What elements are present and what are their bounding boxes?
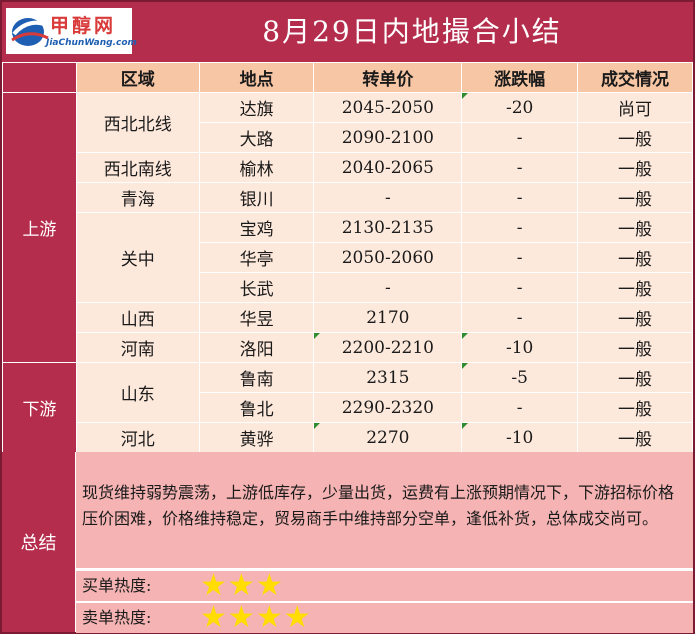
logo-text-cn: 甲醇网 (50, 15, 117, 37)
deal-cell: 一般 (577, 182, 693, 213)
table-row: 河北 黄骅 2270 -10 一般 (3, 422, 693, 453)
deal-cell: 一般 (577, 122, 693, 153)
zone-cell: 青海 (75, 182, 200, 213)
page-title: 8月29日内地撮合小结 (262, 15, 562, 48)
zone-cell: 河南 (75, 332, 200, 363)
deal-cell: 尚可 (577, 92, 693, 123)
table-row: 青海 银川 - - 一般 (3, 182, 693, 213)
section-upstream: 上游 (2, 92, 77, 363)
deal-cell: 一般 (577, 212, 693, 243)
deal-cell: 一般 (577, 242, 693, 273)
table-row: 关中 宝鸡 2130-2135 - 一般 (3, 212, 693, 303)
deal-cell: 一般 (577, 422, 693, 453)
summary-text: 现货维持弱势震荡，上游低库存，少量出货，运费有上涨预期情况下，下游招标价格压价困… (76, 452, 693, 568)
star-icon: ★ (255, 600, 283, 634)
change-cell: - (461, 182, 579, 213)
deal-cell: 一般 (577, 362, 693, 393)
zone-cell: 山东 (75, 362, 200, 423)
place-cell: 鲁南 (198, 362, 315, 393)
place-cell: 榆林 (198, 152, 315, 183)
change-cell: -20 (461, 92, 579, 123)
change-cell: - (461, 272, 579, 303)
star-icon: ★ (200, 568, 227, 603)
table-row: 河南 洛阳 2200-2210 -10 一般 (3, 332, 693, 363)
price-cell: 2045-2050 (313, 92, 463, 123)
table-row: 上游 西北北线 达旗 2045-2050 -20 尚可 (2, 92, 693, 363)
price-cell: 2290-2320 (313, 392, 463, 423)
table-row: 下游 山东 鲁南 2315 -5 一般 (2, 362, 693, 453)
buy-heat-stars: ★ ★ ★ (200, 571, 284, 601)
section-downstream: 下游 (2, 362, 77, 453)
change-cell: - (461, 122, 579, 153)
price-cell: 2040-2065 (313, 152, 463, 183)
price-cell: 2315 (313, 362, 463, 393)
price-table: 区域 地点 转单价 涨跌幅 成交情况 上游 西北北线 达旗 2045-2050 … (2, 62, 693, 453)
spreadsheet-sheet: 甲醇网 JiaChunWang.com 8月29日内地撮合小结 区域 地点 转单… (0, 0, 695, 634)
column-header-place: 地点 (198, 62, 315, 93)
place-cell: 洛阳 (198, 332, 315, 363)
star-icon: ★ (227, 568, 255, 603)
price-cell: 2090-2100 (313, 122, 463, 153)
logo-text-en: JiaChunWang.com (46, 38, 137, 48)
deal-cell: 一般 (577, 332, 693, 363)
price-cell: 2270 (313, 422, 463, 453)
buy-heat-row: 买单热度: ★ ★ ★ (76, 571, 693, 601)
place-cell: 华昱 (198, 302, 315, 333)
place-cell: 长武 (198, 272, 315, 303)
column-header-price: 转单价 (313, 62, 463, 93)
deal-cell: 一般 (577, 302, 693, 333)
section-summary: 总结 (2, 452, 75, 632)
star-icon: ★ (200, 600, 227, 634)
price-cell: - (313, 272, 463, 303)
zone-cell: 山西 (75, 302, 200, 333)
table-row: 山西 华昱 2170 - 一般 (3, 302, 693, 333)
change-cell: - (461, 152, 579, 183)
change-cell: -10 (461, 332, 579, 363)
place-cell: 大路 (198, 122, 315, 153)
buy-heat-label: 买单热度: (82, 576, 152, 595)
change-cell: -5 (461, 362, 579, 393)
table-header-row: 区域 地点 转单价 涨跌幅 成交情况 (2, 62, 693, 93)
star-icon: ★ (283, 600, 311, 634)
logo: 甲醇网 JiaChunWang.com (6, 8, 137, 54)
price-cell: 2200-2210 (313, 332, 463, 363)
place-cell: 银川 (198, 182, 315, 213)
place-cell: 黄骅 (198, 422, 315, 453)
zone-cell: 西北北线 (75, 92, 200, 153)
header-corner (2, 62, 77, 93)
sell-heat-stars: ★ ★ ★ ★ (200, 603, 312, 633)
change-cell: - (461, 392, 579, 423)
sell-heat-row: 卖单热度: ★ ★ ★ ★ (76, 603, 693, 633)
place-cell: 宝鸡 (198, 212, 315, 243)
zone-cell: 河北 (75, 422, 200, 453)
change-cell: - (461, 242, 579, 273)
price-cell: 2130-2135 (313, 212, 463, 243)
globe-logo-icon (11, 18, 50, 46)
price-cell: - (313, 182, 463, 213)
column-header-change: 涨跌幅 (461, 62, 579, 93)
zone-cell: 西北南线 (75, 152, 200, 183)
title-bar: 甲醇网 JiaChunWang.com 8月29日内地撮合小结 (2, 2, 693, 62)
price-cell: 2170 (313, 302, 463, 333)
change-cell: - (461, 212, 579, 243)
deal-cell: 一般 (577, 272, 693, 303)
column-header-zone: 区域 (75, 62, 200, 93)
change-cell: -10 (461, 422, 579, 453)
star-icon: ★ (227, 600, 255, 634)
zone-cell: 关中 (75, 212, 200, 303)
change-cell: - (461, 302, 579, 333)
place-cell: 鲁北 (198, 392, 315, 423)
star-icon: ★ (255, 568, 283, 603)
table-row: 西北南线 榆林 2040-2065 - 一般 (3, 152, 693, 183)
place-cell: 达旗 (198, 92, 315, 123)
column-header-deal: 成交情况 (577, 62, 693, 93)
sell-heat-label: 卖单热度: (82, 608, 152, 627)
price-cell: 2050-2060 (313, 242, 463, 273)
deal-cell: 一般 (577, 152, 693, 183)
place-cell: 华亭 (198, 242, 315, 273)
deal-cell: 一般 (577, 392, 693, 423)
